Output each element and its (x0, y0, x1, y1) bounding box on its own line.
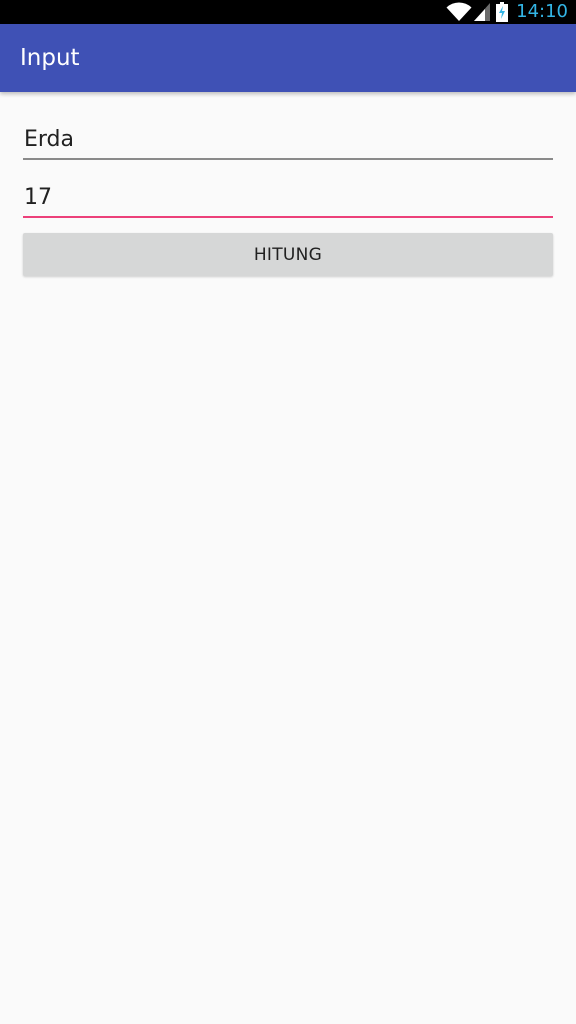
age-input[interactable] (23, 178, 553, 218)
status-clock: 14:10 (516, 1, 568, 22)
app-bar: Input (0, 24, 576, 92)
name-input[interactable] (23, 120, 553, 160)
wifi-icon (446, 2, 472, 21)
screen: 14:10 Input HITUNG (0, 0, 576, 1024)
status-bar: 14:10 (0, 0, 576, 24)
battery-charging-icon (496, 2, 509, 22)
status-icons: 14:10 (446, 0, 568, 24)
page-title: Input (20, 45, 80, 71)
hitung-button[interactable]: HITUNG (23, 233, 553, 276)
signal-icon (474, 3, 491, 21)
